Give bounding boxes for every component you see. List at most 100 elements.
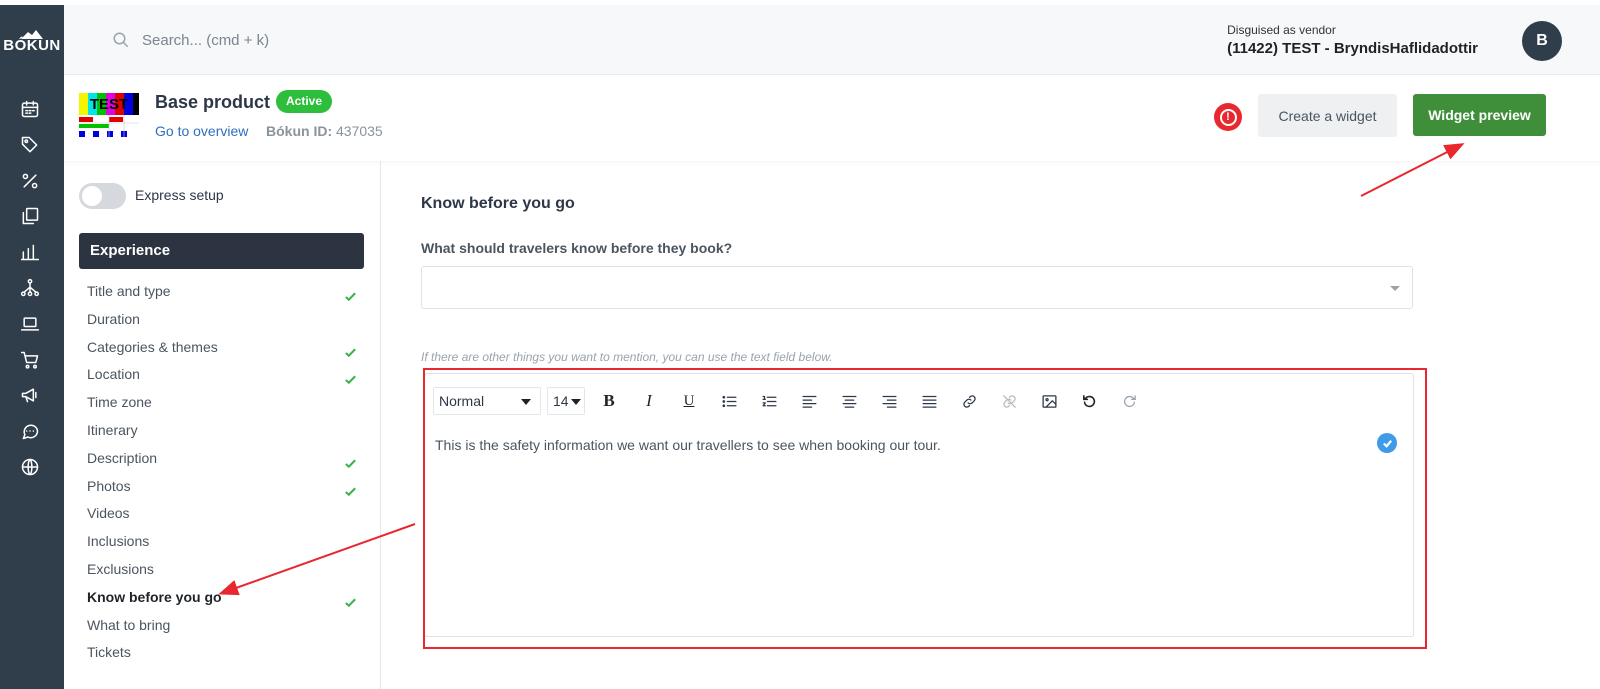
brand-logo[interactable]: BÓKUN [0, 29, 64, 54]
redo-icon[interactable] [1109, 387, 1149, 415]
search-box[interactable] [112, 27, 432, 53]
sidebar-item-know-before-you-go[interactable]: Know before you go [87, 583, 367, 611]
sidebar-item-label: Itinerary [87, 421, 138, 438]
product-sidebar: Express setup Experience Title and type D… [64, 161, 381, 689]
cart-icon[interactable] [18, 348, 42, 372]
editor-content[interactable]: This is the safety information we want o… [435, 437, 941, 453]
numbered-list-icon[interactable] [749, 387, 789, 415]
sidebar-item-label: Photos [87, 477, 131, 494]
vendor-info: Disguised as vendor (11422) TEST - Brynd… [1227, 23, 1478, 57]
rich-text-editor[interactable]: Normal 14 B I U This is the safety infor… [424, 373, 1414, 637]
check-icon [344, 284, 357, 302]
sidebar-item-what-to-bring[interactable]: What to bring [87, 611, 367, 639]
sidebar-item-label: Exclusions [87, 560, 154, 577]
network-icon[interactable] [18, 276, 42, 300]
globe-icon[interactable] [18, 455, 42, 479]
caret-down-icon [571, 399, 581, 405]
sidebar-item-label: Videos [87, 505, 130, 522]
bold-icon[interactable]: B [589, 387, 629, 415]
megaphone-icon[interactable] [18, 383, 42, 407]
sidebar-item-label: Title and type [87, 283, 171, 299]
section-experience[interactable]: Experience [79, 233, 364, 269]
sidebar-item-videos[interactable]: Videos [87, 499, 367, 527]
thumbnail-text: TEST [90, 96, 128, 113]
check-icon [344, 590, 357, 607]
align-justify-icon[interactable] [909, 387, 949, 415]
align-center-icon[interactable] [829, 387, 869, 415]
sidebar-item-photos[interactable]: Photos [87, 472, 367, 500]
laptop-icon[interactable] [18, 312, 42, 336]
caret-down-icon [521, 399, 531, 405]
sidebar-item-tickets[interactable]: Tickets [87, 638, 367, 666]
align-right-icon[interactable] [869, 387, 909, 415]
sidebar-item-exclusions[interactable]: Exclusions [87, 555, 367, 583]
bullet-list-icon[interactable] [709, 387, 749, 415]
bokun-id-label: Bókun ID: [266, 123, 333, 139]
chat-icon[interactable] [18, 419, 42, 443]
unlink-icon[interactable] [989, 387, 1029, 415]
sidebar-item-label: Location [87, 366, 140, 383]
vendor-name: (11422) TEST - BryndisHaflidadottir [1227, 40, 1478, 57]
undo-icon[interactable] [1069, 387, 1109, 415]
search-input[interactable] [142, 31, 402, 49]
sidebar-item-description[interactable]: Description [87, 444, 367, 472]
widget-preview-button[interactable]: Widget preview [1413, 94, 1546, 136]
brand-name: BÓKUN [3, 37, 61, 54]
check-icon [344, 367, 357, 385]
main-content: Know before you go What should travelers… [381, 161, 1600, 689]
percent-icon[interactable] [18, 169, 42, 193]
sidebar-item-duration[interactable]: Duration [87, 305, 367, 333]
search-icon [113, 32, 129, 48]
check-icon [344, 340, 357, 357]
sidebar-item-label: Duration [87, 310, 140, 327]
check-icon [344, 451, 357, 468]
italic-icon[interactable]: I [629, 387, 669, 415]
go-to-overview-link[interactable]: Go to overview [155, 123, 248, 139]
size-select-value: 14 [553, 393, 569, 409]
underline-icon[interactable]: U [669, 387, 709, 415]
left-rail: BÓKUN [0, 5, 64, 689]
bokun-id-value: 437035 [336, 123, 383, 139]
question-label: What should travelers know before they b… [421, 240, 733, 256]
sidebar-nav: Title and type Duration Categories & theme… [87, 277, 367, 666]
vendor-caption: Disguised as vendor [1227, 23, 1336, 37]
top-bar: Disguised as vendor (11422) TEST - Brynd… [64, 5, 1600, 75]
hint-text: If there are other things you want to me… [421, 350, 833, 364]
sidebar-item-label: Inclusions [87, 533, 150, 550]
sidebar-item-label: Know before you go [87, 588, 222, 605]
bokun-id: Bókun ID: 437035 [266, 123, 383, 139]
sidebar-item-inclusions[interactable]: Inclusions [87, 527, 367, 555]
size-select[interactable]: 14 [547, 387, 585, 415]
bar-chart-icon[interactable] [18, 240, 42, 264]
style-select[interactable]: Normal [433, 387, 541, 415]
image-icon[interactable] [1029, 387, 1069, 415]
sidebar-item-label: Categories & themes [87, 338, 218, 355]
product-header: TEST Base product Active Go to overview … [64, 75, 1600, 161]
section-heading: Know before you go [421, 195, 575, 212]
create-widget-button[interactable]: Create a widget [1258, 94, 1397, 137]
spellcheck-icon[interactable] [1377, 433, 1397, 453]
app-root: BÓKUN Disguised as vendor (11422) TEST -… [0, 0, 1600, 689]
sidebar-item-time-zone[interactable]: Time zone [87, 388, 367, 416]
align-left-icon[interactable] [789, 387, 829, 415]
avatar[interactable]: B [1522, 21, 1562, 61]
copy-icon[interactable] [18, 204, 42, 228]
style-select-value: Normal [439, 393, 485, 409]
sidebar-item-categories-themes[interactable]: Categories & themes [87, 333, 367, 361]
check-icon [344, 479, 357, 496]
know-before-select[interactable] [421, 266, 1413, 309]
link-icon[interactable] [949, 387, 989, 415]
sidebar-item-label: Time zone [87, 394, 152, 411]
sidebar-item-location[interactable]: Location [87, 360, 367, 388]
status-badge: Active [276, 90, 333, 113]
sidebar-item-itinerary[interactable]: Itinerary [87, 416, 367, 444]
calendar-icon[interactable] [18, 97, 42, 121]
product-thumbnail[interactable]: TEST [79, 93, 139, 137]
sidebar-item-title-and-type[interactable]: Title and type [87, 277, 367, 305]
alert-icon[interactable]: ! [1214, 103, 1242, 131]
express-setup-label: Express setup [135, 187, 224, 203]
tag-icon[interactable] [18, 133, 42, 157]
express-setup-toggle[interactable] [79, 183, 126, 209]
editor-toolbar: Normal 14 B I U [433, 387, 1149, 415]
sidebar-item-label: Tickets [87, 644, 131, 661]
